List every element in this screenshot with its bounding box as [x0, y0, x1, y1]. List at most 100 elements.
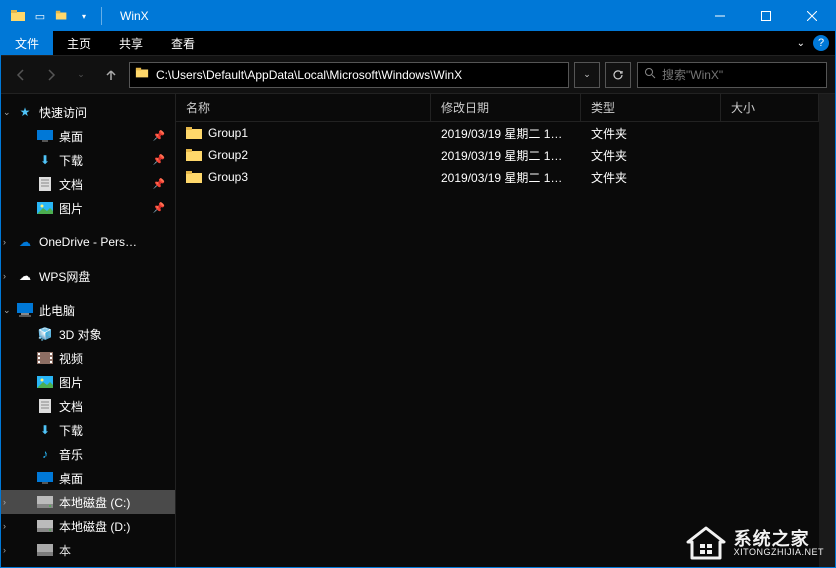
cloud-icon: ☁ [17, 268, 33, 284]
folder-icon [186, 148, 202, 162]
chevron-right-icon: › [3, 271, 15, 281]
video-icon [37, 350, 53, 366]
drive-icon [37, 494, 53, 510]
file-date: 2019/03/19 星期二 1… [431, 125, 581, 142]
file-type: 文件夹 [581, 169, 721, 186]
file-date: 2019/03/19 星期二 1… [431, 169, 581, 186]
search-icon [644, 66, 656, 84]
pin-icon: 📌 [153, 131, 165, 142]
file-name: Group1 [208, 126, 248, 140]
file-list[interactable]: Group12019/03/19 星期二 1…文件夹Group22019/03/… [176, 122, 819, 567]
nav-music[interactable]: ♪ 音乐 [1, 442, 175, 466]
ribbon-tabs: 文件 主页 共享 查看 ⌄ ? [1, 31, 835, 56]
pc-icon [17, 302, 33, 318]
desktop-icon [37, 470, 53, 486]
chevron-right-icon: › [3, 521, 15, 531]
nav-wps[interactable]: › ☁ WPS网盘 [1, 264, 175, 288]
nav-pc-pictures[interactable]: 图片 [1, 370, 175, 394]
nav-pictures[interactable]: 图片 📌 [1, 196, 175, 220]
download-icon: ⬇ [37, 152, 53, 168]
pictures-icon [37, 200, 53, 216]
nav-up-button[interactable] [99, 63, 123, 87]
titlebar: ▭ ▾ WinX [1, 1, 835, 31]
document-icon [37, 176, 53, 192]
drive-icon [37, 518, 53, 534]
nav-onedrive[interactable]: › ☁ OneDrive - Pers… [1, 230, 175, 254]
nav-documents[interactable]: 文档 📌 [1, 172, 175, 196]
star-icon: ★ [17, 104, 33, 120]
help-icon[interactable]: ? [813, 35, 829, 51]
tab-home[interactable]: 主页 [53, 31, 105, 55]
qat-dropdown-icon[interactable]: ▾ [75, 7, 93, 25]
music-icon: ♪ [37, 446, 53, 462]
address-folder-icon [134, 66, 152, 84]
maximize-button[interactable] [743, 1, 789, 31]
nav-back-button[interactable] [9, 63, 33, 87]
qat-new-folder-icon[interactable] [53, 7, 71, 25]
download-icon: ⬇ [37, 422, 53, 438]
close-button[interactable] [789, 1, 835, 31]
nav-pc-downloads[interactable]: ⬇ 下载 [1, 418, 175, 442]
chevron-right-icon: › [3, 545, 15, 555]
chevron-down-icon: ⌄ [3, 305, 15, 316]
address-bar: ⌄ ⌄ [1, 56, 835, 94]
pictures-icon [37, 374, 53, 390]
file-type: 文件夹 [581, 147, 721, 164]
folder-icon [186, 126, 202, 140]
file-name: Group3 [208, 170, 248, 184]
nav-forward-button[interactable] [39, 63, 63, 87]
address-input[interactable] [156, 68, 564, 82]
address-input-container[interactable] [129, 62, 569, 88]
nav-pc-documents[interactable]: 文档 [1, 394, 175, 418]
address-dropdown-button[interactable]: ⌄ [574, 62, 600, 88]
nav-drive-c[interactable]: › 本地磁盘 (C:) [1, 490, 175, 514]
chevron-right-icon: › [3, 497, 15, 507]
pin-icon: 📌 [153, 155, 165, 166]
desktop-icon [37, 128, 53, 144]
column-date[interactable]: 修改日期 [431, 94, 581, 121]
content-pane: 名称 修改日期 类型 大小 Group12019/03/19 星期二 1…文件夹… [176, 94, 819, 567]
nav-3d-objects[interactable]: 🧊 3D 对象 [1, 322, 175, 346]
pin-icon: 📌 [153, 203, 165, 214]
nav-quick-access[interactable]: ⌄ ★ 快速访问 [1, 100, 175, 124]
folder-icon [186, 170, 202, 184]
nav-this-pc[interactable]: ⌄ 此电脑 [1, 298, 175, 322]
file-row[interactable]: Group3 2019/03/19 星期二 1…文件夹 [176, 166, 819, 188]
tab-share[interactable]: 共享 [105, 31, 157, 55]
qat-properties-icon[interactable]: ▭ [31, 7, 49, 25]
refresh-button[interactable] [605, 62, 631, 88]
chevron-down-icon: ⌄ [3, 107, 15, 118]
drive-icon [37, 542, 53, 558]
pin-icon: 📌 [153, 179, 165, 190]
search-input[interactable] [662, 68, 820, 82]
column-headers: 名称 修改日期 类型 大小 [176, 94, 819, 122]
document-icon [37, 398, 53, 414]
nav-videos[interactable]: 视频 [1, 346, 175, 370]
column-size[interactable]: 大小 [721, 94, 819, 121]
nav-drive-e[interactable]: › 本 [1, 538, 175, 562]
chevron-right-icon: › [3, 237, 15, 247]
file-name: Group2 [208, 148, 248, 162]
nav-desktop[interactable]: 桌面 📌 [1, 124, 175, 148]
column-type[interactable]: 类型 [581, 94, 721, 121]
titlebar-divider [101, 7, 102, 25]
file-row[interactable]: Group22019/03/19 星期二 1…文件夹 [176, 144, 819, 166]
folder-app-icon [9, 7, 27, 25]
file-type: 文件夹 [581, 125, 721, 142]
ribbon-expand-icon[interactable]: ⌄ [797, 38, 805, 49]
nav-recent-dropdown[interactable]: ⌄ [69, 63, 93, 87]
scrollbar-stub[interactable] [819, 94, 835, 567]
tab-view[interactable]: 查看 [157, 31, 209, 55]
cloud-icon: ☁ [17, 234, 33, 250]
nav-pc-desktop[interactable]: 桌面 [1, 466, 175, 490]
nav-downloads[interactable]: ⬇ 下载 📌 [1, 148, 175, 172]
cube-icon: 🧊 [37, 326, 53, 342]
search-container[interactable] [637, 62, 827, 88]
nav-drive-d[interactable]: › 本地磁盘 (D:) [1, 514, 175, 538]
tab-file[interactable]: 文件 [1, 31, 53, 55]
navigation-pane[interactable]: ⌄ ★ 快速访问 桌面 📌 ⬇ 下载 📌 文档 📌 图片 [1, 94, 176, 567]
minimize-button[interactable] [697, 1, 743, 31]
column-name[interactable]: 名称 [176, 94, 431, 121]
window-title: WinX [114, 9, 697, 23]
file-row[interactable]: Group1 2019/03/19 星期二 1…文件夹 [176, 122, 819, 144]
